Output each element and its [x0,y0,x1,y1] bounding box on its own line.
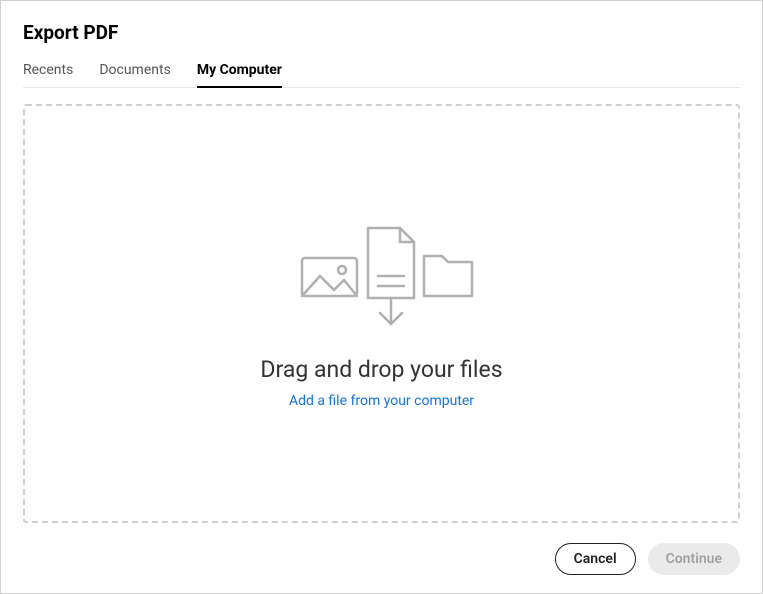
dropzone-illustration [272,218,492,338]
image-icon [302,258,357,296]
dropzone-icon-group [272,218,492,338]
dropzone-prompt: Drag and drop your files [260,356,502,383]
cancel-button[interactable]: Cancel [555,543,636,575]
dialog-title: Export PDF [23,21,740,44]
add-file-link[interactable]: Add a file from your computer [289,393,474,409]
tab-documents[interactable]: Documents [99,62,170,88]
continue-button: Continue [648,543,740,575]
document-download-icon [368,228,414,324]
tab-recents[interactable]: Recents [23,62,73,88]
source-tabs: Recents Documents My Computer [23,62,740,88]
dialog-footer: Cancel Continue [23,543,740,575]
file-dropzone[interactable]: Drag and drop your files Add a file from… [23,104,740,523]
folder-icon [424,256,472,296]
tab-my-computer[interactable]: My Computer [197,62,282,88]
